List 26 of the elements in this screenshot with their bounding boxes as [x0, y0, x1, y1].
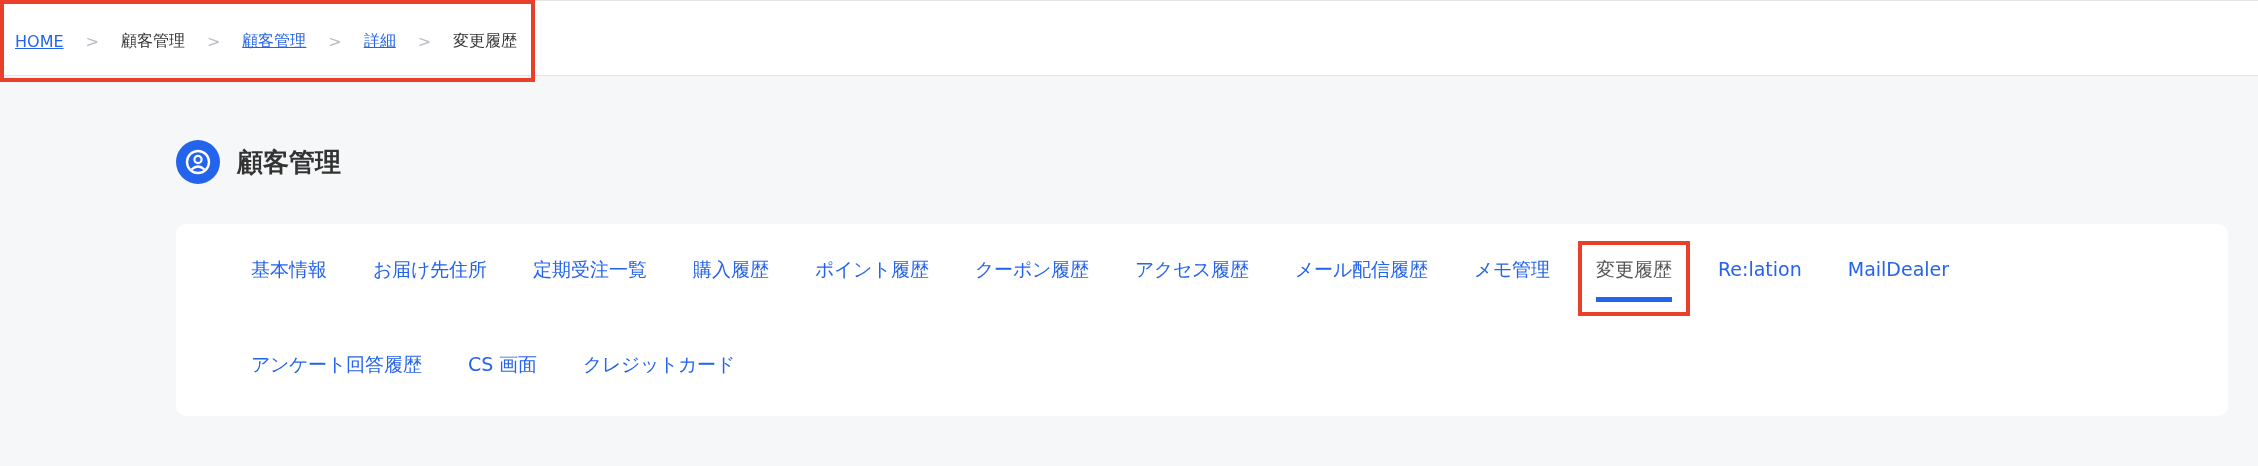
tab[interactable]: 購入履歴	[675, 241, 787, 316]
tab[interactable]: Re:lation	[1700, 241, 1820, 316]
tab[interactable]: 定期受注一覧	[515, 241, 665, 316]
breadcrumb-separator: >	[85, 31, 99, 51]
tab[interactable]: 変更履歴	[1578, 241, 1690, 316]
tab[interactable]: クーポン履歴	[957, 241, 1107, 316]
user-circle-icon	[176, 140, 220, 184]
page-title: 顧客管理	[237, 145, 341, 179]
breadcrumb-link[interactable]: 詳細	[363, 30, 396, 52]
tab[interactable]: CS 画面	[450, 336, 556, 411]
breadcrumb-current: 変更履歴	[453, 30, 518, 52]
tab[interactable]: メール配信履歴	[1277, 241, 1446, 316]
tab[interactable]: 基本情報	[233, 241, 345, 316]
tab[interactable]: メモ管理	[1456, 241, 1568, 316]
tab[interactable]: ポイント履歴	[797, 241, 947, 316]
tab[interactable]: お届け先住所	[355, 241, 505, 316]
breadcrumb-link[interactable]: 顧客管理	[242, 30, 307, 52]
tab[interactable]: クレジットカード	[565, 336, 754, 411]
breadcrumb-link[interactable]: HOME	[15, 31, 64, 51]
tab[interactable]: アクセス履歴	[1117, 241, 1267, 316]
tab[interactable]: アンケート回答履歴	[233, 336, 440, 411]
breadcrumb-separator: >	[206, 31, 221, 51]
breadcrumb-separator: >	[328, 31, 342, 51]
breadcrumb-current: 顧客管理	[120, 30, 185, 52]
breadcrumb-separator: >	[417, 31, 432, 51]
tab[interactable]: MailDealer	[1829, 241, 1968, 316]
